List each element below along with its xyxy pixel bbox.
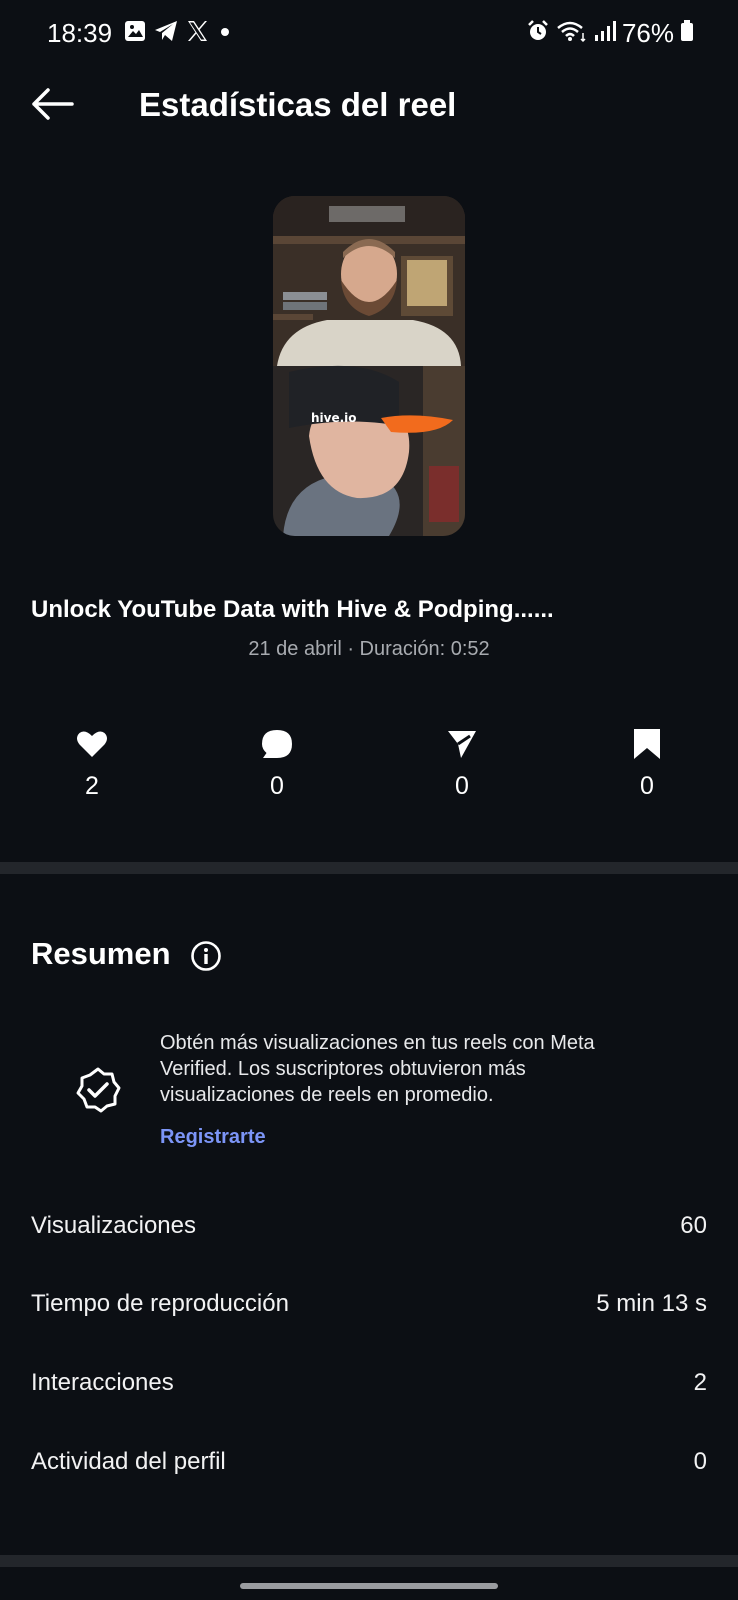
arrow-left-icon <box>30 87 74 126</box>
signal-icon <box>594 19 616 48</box>
engagement-stats: 2 0 0 0 <box>0 728 738 818</box>
likes-stat: 2 <box>52 728 132 801</box>
metric-row-profile-activity: Actividad del perfil 0 <box>0 1448 738 1488</box>
battery-icon <box>680 19 694 48</box>
shares-stat: 0 <box>422 728 502 801</box>
saves-stat: 0 <box>607 728 687 801</box>
metric-label: Actividad del perfil <box>31 1448 226 1475</box>
telegram-icon <box>154 20 178 47</box>
shares-count: 0 <box>455 772 469 800</box>
image-icon <box>124 20 146 47</box>
metric-value: 0 <box>693 1448 707 1475</box>
comment-icon <box>237 728 317 760</box>
status-time: 18:39 <box>47 18 113 48</box>
comments-stat: 0 <box>237 728 317 801</box>
saves-count: 0 <box>640 772 654 800</box>
reel-thumbnail[interactable]: hive.io <box>273 196 465 536</box>
comments-count: 0 <box>270 772 284 800</box>
bottom-divider <box>0 1555 738 1567</box>
meta-verified-promo: Obtén más visualizaciones en tus reels c… <box>0 1030 738 1160</box>
reel-title: Unlock YouTube Data with Hive & Podping.… <box>31 596 554 623</box>
alarm-icon <box>526 19 550 48</box>
wifi-icon <box>556 19 588 48</box>
home-indicator[interactable] <box>240 1583 498 1589</box>
section-divider <box>0 862 738 874</box>
metric-value: 60 <box>680 1212 707 1239</box>
share-icon <box>422 728 502 760</box>
header: Estadísticas del reel <box>0 70 738 140</box>
promo-text: Obtén más visualizaciones en tus reels c… <box>160 1032 595 1106</box>
register-link[interactable]: Registrarte <box>160 1126 266 1149</box>
dot-icon <box>216 20 234 47</box>
metric-row-interactions: Interacciones 2 <box>0 1369 738 1409</box>
summary-title: Resumen <box>31 936 171 971</box>
metric-label: Interacciones <box>31 1369 174 1396</box>
battery-percent: 76% <box>621 18 674 48</box>
metric-label: Tiempo de reproducción <box>31 1290 289 1317</box>
status-bar: 18:39 76% <box>0 0 738 66</box>
x-icon <box>186 20 208 47</box>
verified-badge-icon <box>74 1066 122 1119</box>
bookmark-icon <box>607 728 687 760</box>
info-icon[interactable] <box>190 940 222 977</box>
metric-row-views: Visualizaciones 60 <box>0 1212 738 1252</box>
back-button[interactable] <box>28 82 76 130</box>
thumbnail-overlay-text: hive.io <box>311 411 357 425</box>
heart-icon <box>52 728 132 760</box>
likes-count: 2 <box>85 772 99 800</box>
metric-value: 5 min 13 s <box>596 1290 707 1317</box>
metric-row-watch-time: Tiempo de reproducción 5 min 13 s <box>0 1290 738 1330</box>
metric-value: 2 <box>693 1369 707 1396</box>
reel-meta: 21 de abril · Duración: 0:52 <box>248 638 490 660</box>
page-title: Estadísticas del reel <box>139 86 457 123</box>
metric-label: Visualizaciones <box>31 1212 196 1239</box>
